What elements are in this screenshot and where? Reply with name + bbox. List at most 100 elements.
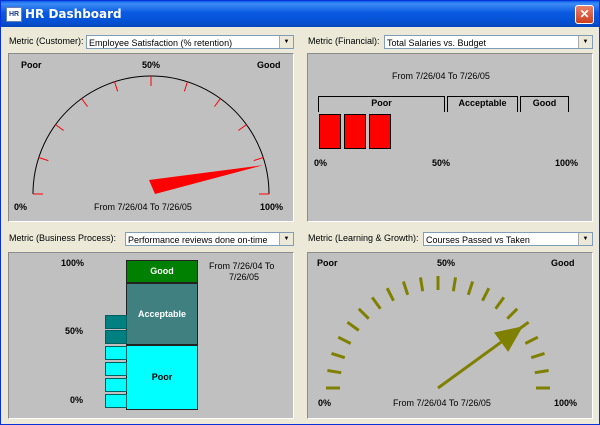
close-button[interactable]: ✕ — [575, 5, 594, 24]
customer-good-label: Good — [257, 60, 281, 70]
business-bar-block-4 — [105, 362, 127, 376]
learning-gauge-tick — [418, 277, 425, 292]
financial-band-good-label: Good — [532, 98, 557, 108]
customer-mid-label: 50% — [142, 60, 161, 70]
customer-metric-label: Metric (Customer): — [9, 36, 84, 46]
business-axis-bottom: 0% — [70, 395, 84, 405]
financial-band-acceptable: Acceptable — [447, 96, 518, 112]
learning-gauge-tick — [357, 307, 370, 320]
business-segment-poor: Poor — [126, 345, 198, 410]
business-bar-block-3 — [105, 346, 127, 360]
financial-bar-2 — [344, 114, 366, 149]
learning-max-label: 100% — [554, 398, 578, 408]
business-chart-pane: 100% 50% 0% Good Acceptable Poor From 7/… — [8, 252, 294, 419]
learning-gauge-needle-head — [494, 326, 523, 352]
learning-gauge-tick — [524, 335, 539, 345]
business-date-range-line2: 7/26/05 — [229, 272, 260, 282]
learning-gauge-tick — [370, 296, 382, 310]
learning-gauge-tick — [346, 320, 360, 332]
close-icon: ✕ — [579, 7, 590, 21]
financial-chart-pane: From 7/26/04 To 7/26/05 Poor Acceptable … — [307, 53, 593, 222]
business-acceptable-label: Acceptable — [137, 309, 187, 319]
customer-min-label: 0% — [14, 202, 28, 212]
business-metric-select[interactable]: Performance reviews done on-time ▼ — [125, 232, 294, 246]
learning-metric-select[interactable]: Courses Passed vs Taken ▼ — [423, 232, 593, 246]
financial-panel: Metric (Financial): Total Salaries vs. B… — [302, 31, 596, 226]
financial-band-acceptable-label: Acceptable — [458, 98, 507, 108]
customer-gauge-tick — [253, 157, 264, 162]
customer-gauge-ticks — [33, 76, 269, 195]
learning-gauge-tick — [466, 281, 475, 296]
financial-metric-label: Metric (Financial): — [308, 36, 380, 46]
financial-metric-select[interactable]: Total Salaries vs. Budget ▼ — [384, 35, 593, 49]
business-bar-block-2 — [105, 330, 127, 344]
customer-gauge-tick — [238, 124, 247, 131]
financial-select-value: Total Salaries vs. Budget — [387, 38, 487, 48]
customer-panel: Metric (Customer): Employee Satisfaction… — [3, 31, 297, 226]
business-select-value: Performance reviews done on-time — [128, 235, 268, 245]
learning-gauge-tick — [385, 287, 395, 302]
business-poor-label: Poor — [151, 372, 173, 382]
customer-poor-label: Poor — [21, 60, 42, 70]
financial-band-poor-label: Poor — [371, 98, 392, 108]
financial-bar-1 — [319, 114, 341, 149]
chevron-down-icon[interactable]: ▼ — [279, 36, 293, 48]
customer-gauge — [32, 75, 270, 195]
chevron-down-icon[interactable]: ▼ — [279, 233, 293, 245]
learning-gauge-tick — [481, 287, 491, 302]
business-panel: Metric (Business Process): Performance r… — [3, 228, 297, 423]
title-bar[interactable]: HR HR Dashboard ✕ — [1, 1, 599, 27]
learning-panel: Metric (Learning & Growth): Courses Pass… — [302, 228, 596, 423]
customer-gauge-arc — [32, 75, 270, 195]
learning-poor-label: Poor — [317, 258, 338, 268]
learning-gauge-pane: Poor 50% Good 0% From 7/26/04 To 7/26/05… — [307, 252, 593, 419]
learning-min-label: 0% — [318, 398, 332, 408]
customer-max-label: 100% — [260, 202, 284, 212]
business-good-label: Good — [150, 266, 174, 276]
customer-gauge-tick — [183, 81, 188, 92]
customer-gauge-tick — [38, 157, 49, 162]
chevron-down-icon[interactable]: ▼ — [578, 233, 592, 245]
business-segment-acceptable: Acceptable — [126, 283, 198, 345]
learning-good-label: Good — [551, 258, 575, 268]
learning-gauge-tick — [451, 277, 458, 292]
learning-gauge-needle-shaft — [437, 340, 502, 390]
learning-gauge-tick — [337, 335, 352, 345]
customer-gauge-tick — [55, 124, 64, 131]
learning-gauge-tick — [331, 351, 346, 360]
learning-select-value: Courses Passed vs Taken — [426, 235, 530, 245]
learning-gauge — [326, 276, 550, 390]
business-axis-mid: 50% — [65, 326, 84, 336]
customer-gauge-tick — [81, 98, 88, 107]
business-segment-good: Good — [126, 260, 198, 283]
financial-bar-3 — [369, 114, 391, 149]
customer-gauge-tick — [114, 81, 119, 92]
learning-gauge-tick — [401, 281, 410, 296]
customer-select-value: Employee Satisfaction (% retention) — [89, 38, 233, 48]
financial-axis-min: 0% — [314, 158, 328, 168]
customer-date-range: From 7/26/04 To 7/26/05 — [94, 202, 192, 212]
window-title: HR Dashboard — [25, 7, 122, 21]
customer-gauge-needle — [149, 165, 264, 194]
customer-gauge-tick — [214, 98, 221, 107]
learning-mid-label: 50% — [437, 258, 456, 268]
customer-metric-select[interactable]: Employee Satisfaction (% retention) ▼ — [86, 35, 294, 49]
learning-date-range: From 7/26/04 To 7/26/05 — [393, 398, 491, 408]
chevron-down-icon[interactable]: ▼ — [578, 36, 592, 48]
learning-gauge-tick — [494, 296, 506, 310]
customer-gauge-pane: Poor 50% Good 0% From 7/26/04 To 7/26/05… — [8, 53, 294, 222]
learning-gauge-tick — [506, 307, 519, 320]
learning-gauge-tick — [534, 368, 549, 375]
business-bar-block-5 — [105, 378, 127, 392]
financial-date-range: From 7/26/04 To 7/26/05 — [392, 71, 490, 81]
hr-dashboard-window: HR HR Dashboard ✕ Metric (Customer): Emp… — [0, 0, 600, 425]
business-date-range-line1: From 7/26/04 To — [209, 261, 275, 271]
app-icon: HR — [6, 7, 22, 22]
business-axis-top: 100% — [61, 258, 85, 268]
financial-axis-max: 100% — [555, 158, 579, 168]
business-metric-label: Metric (Business Process): — [9, 233, 117, 243]
learning-metric-label: Metric (Learning & Growth): — [308, 233, 419, 243]
learning-gauge-tick — [327, 368, 342, 375]
business-bar-block-6 — [105, 394, 127, 408]
financial-band-poor: Poor — [318, 96, 445, 112]
